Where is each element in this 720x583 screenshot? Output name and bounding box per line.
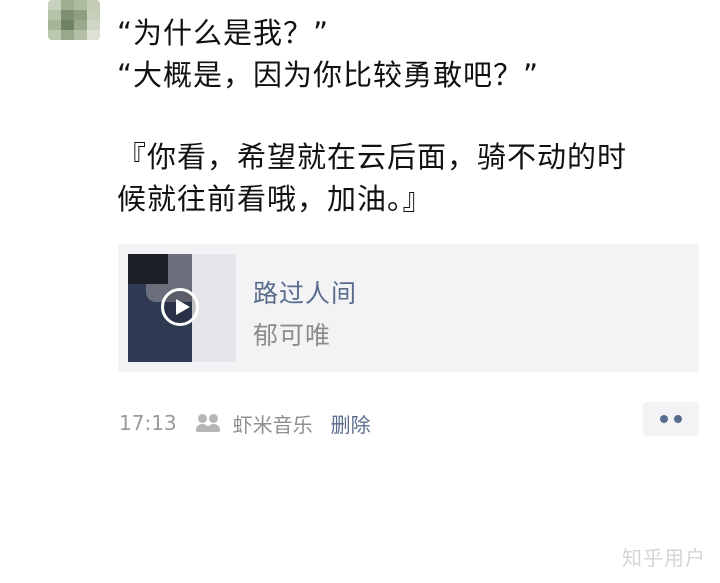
post-line-4: 候就往前看哦，加油。』 <box>117 182 433 216</box>
avatar[interactable] <box>48 0 100 40</box>
post-line-2: “大概是，因为你比较勇敢吧？” <box>117 58 540 92</box>
song-title: 路过人间 <box>253 279 358 308</box>
post-time: 17:13 <box>119 411 177 435</box>
album-cover[interactable] <box>128 254 236 362</box>
post-line-3: 『你看，希望就在云后面，骑不动的时 <box>117 140 628 174</box>
post-source: 虾米音乐 <box>232 412 313 437</box>
post-text: “为什么是我？” “大概是，因为你比较勇敢吧？” 『你看，希望就在云后面，骑不动… <box>117 12 707 220</box>
post-meta: 17:13 虾米音乐 删除 <box>119 408 371 438</box>
post-line-1: “为什么是我？” <box>117 16 330 50</box>
music-share-card[interactable]: 路过人间 郁可唯 <box>118 244 699 372</box>
people-icon <box>195 413 223 433</box>
watermark: 知乎用户 <box>622 546 706 570</box>
more-button[interactable] <box>643 402 699 436</box>
song-artist: 郁可唯 <box>253 321 332 350</box>
more-dots-icon <box>660 415 668 423</box>
play-icon[interactable] <box>161 288 199 326</box>
delete-button[interactable]: 删除 <box>331 409 371 438</box>
